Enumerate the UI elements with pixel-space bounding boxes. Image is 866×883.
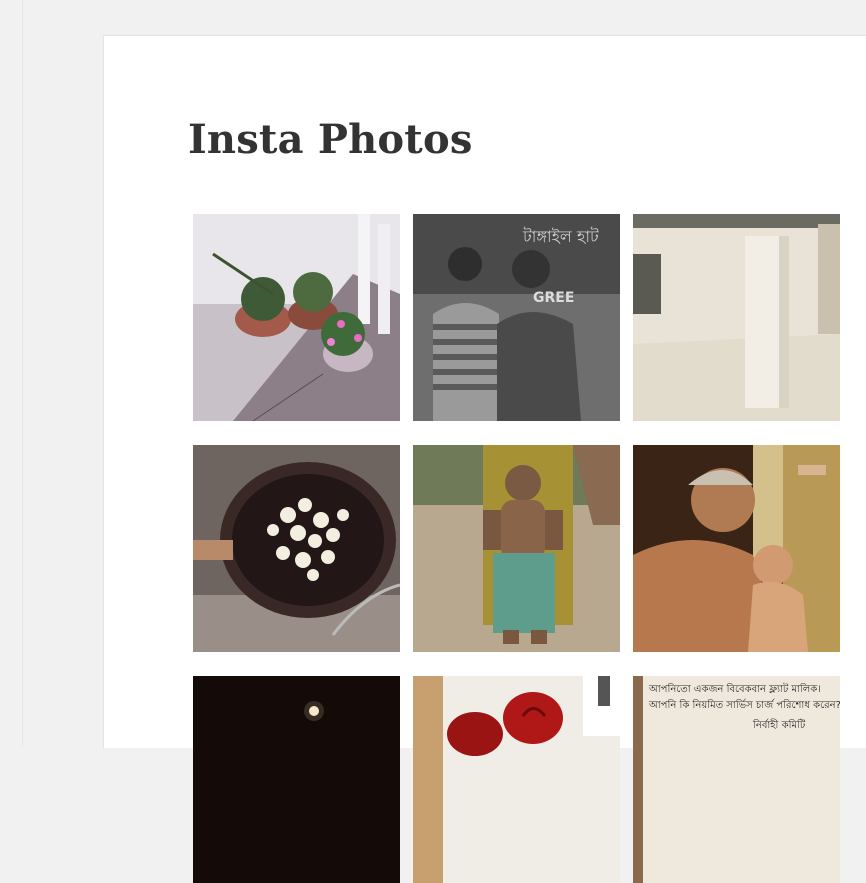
photo-popcorn-pan[interactable] (193, 445, 400, 652)
svg-text:টাঙ্গাইল হাট: টাঙ্গাইল হাট (522, 227, 599, 246)
popcorn-pan-image (193, 445, 400, 652)
photo-grandfather-baby[interactable] (633, 445, 840, 652)
notice-line-1: আপনিতো একজন বিবেকবান ফ্ল্যাট মালিক। (648, 682, 821, 695)
grandfather-baby-image (633, 445, 840, 652)
photo-notice-sign[interactable]: আপনিতো একজন বিবেকবান ফ্ল্যাট মালিক। আপনি… (633, 676, 840, 883)
moon-night-image (193, 676, 400, 883)
notice-line-2: আপনি কি নিয়মিত সার্ভিস চার্জ পরিশোধ করে… (648, 699, 840, 711)
photo-two-men[interactable]: টাঙ্গাইল হাট GREE (413, 214, 620, 421)
photo-red-roses[interactable] (413, 676, 620, 883)
photo-child[interactable] (413, 445, 620, 652)
svg-text:GREE: GREE (533, 290, 574, 306)
photo-moon-night[interactable] (193, 676, 400, 883)
red-roses-image (413, 676, 620, 883)
page-left-gutter (0, 0, 23, 747)
potted-plants-image (193, 214, 400, 421)
notice-sign-image: আপনিতো একজন বিবেকবান ফ্ল্যাট মালিক। আপনি… (633, 676, 840, 883)
empty-room-image (633, 214, 840, 421)
notice-line-3: নির্বাহী কমিটি (752, 718, 806, 731)
widget-card: Insta Photos টাঙ্গাইল হাট GREE আপনিতো এক… (103, 35, 866, 883)
two-men-image: টাঙ্গাইল হাট GREE (413, 214, 620, 421)
photo-potted-plants[interactable] (193, 214, 400, 421)
widget-title: Insta Photos (188, 116, 473, 163)
child-image (413, 445, 620, 652)
photo-empty-room[interactable] (633, 214, 840, 421)
